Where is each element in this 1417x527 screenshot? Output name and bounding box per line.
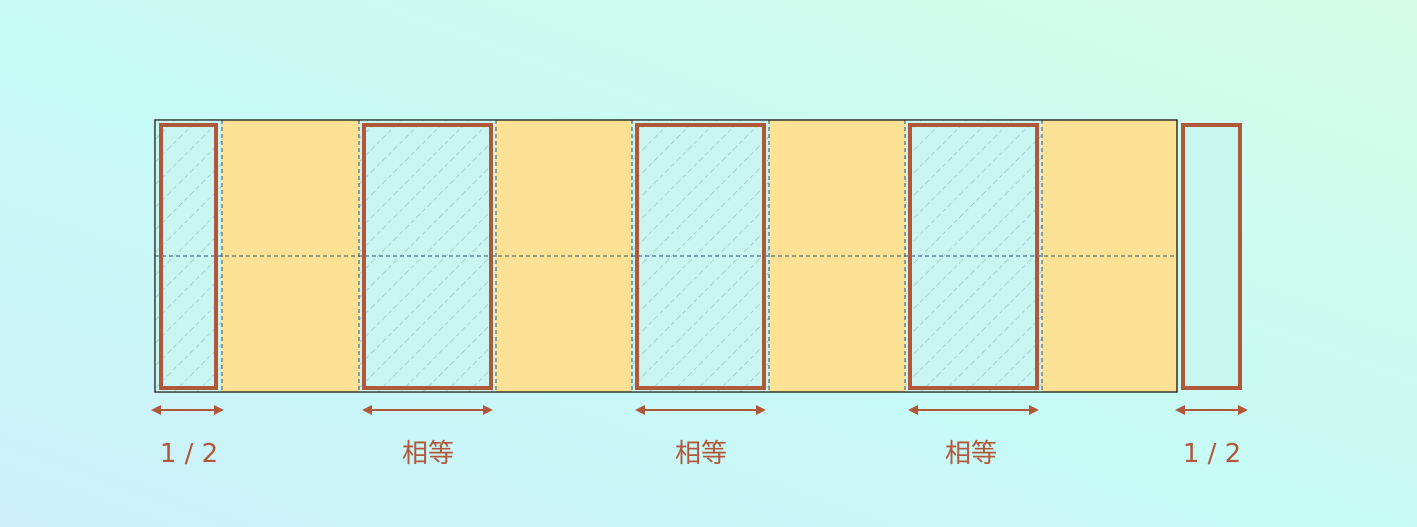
label-half-left: 1 / 2 <box>159 439 219 469</box>
label-equal-3: 相等 <box>944 439 997 469</box>
label-equal-1: 相等 <box>401 439 454 469</box>
flex-item-half-right <box>1181 123 1242 390</box>
label-half-right: 1 / 2 <box>1182 439 1242 469</box>
label-equal-2: 相等 <box>674 439 727 469</box>
